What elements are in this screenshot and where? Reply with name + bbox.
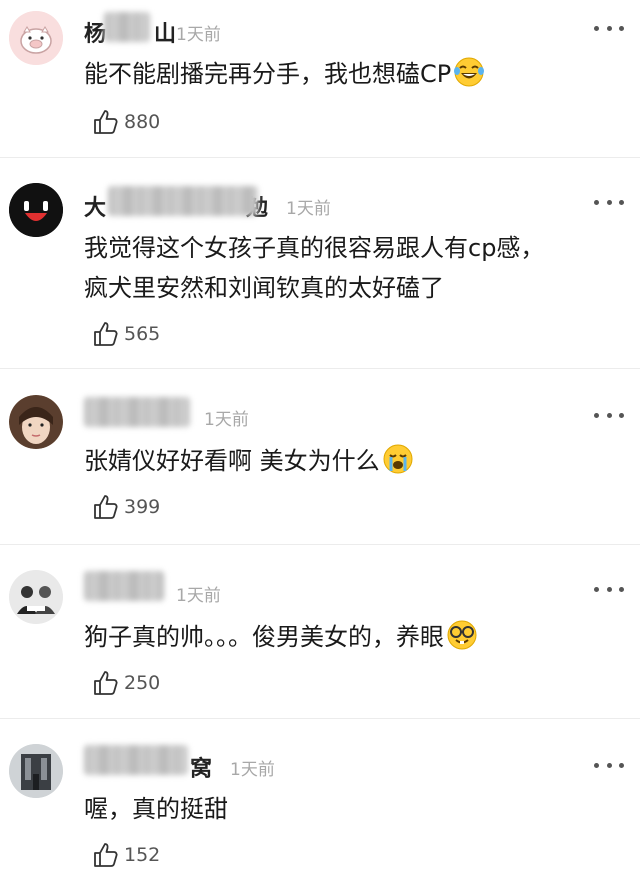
crying-emoji	[383, 444, 413, 474]
like-count: 565	[124, 323, 161, 345]
timestamp: 1天前	[176, 25, 221, 45]
timestamp: 1天前	[176, 586, 221, 606]
more-dots-icon[interactable]	[594, 409, 624, 421]
like-count: 152	[124, 844, 161, 866]
comment-feed: 杨 山 1天前 能不能剧播完再分手，我也想磕CP 880 大 1天前 我觉得这个女…	[0, 0, 640, 877]
username-prefix: 大	[84, 196, 107, 221]
girl-portrait-avatar-icon	[9, 395, 63, 449]
more-dots-icon[interactable]	[594, 22, 624, 34]
like-button[interactable]: 250	[92, 669, 160, 697]
avatar[interactable]	[9, 744, 63, 798]
avatar[interactable]	[9, 570, 63, 624]
like-button[interactable]: 880	[92, 108, 160, 136]
group-photo-avatar-icon	[9, 570, 63, 624]
avatar[interactable]	[9, 395, 63, 449]
redacted-username-blur	[84, 745, 188, 775]
like-count: 399	[124, 496, 161, 518]
laughing-tears-emoji	[454, 57, 485, 87]
like-button[interactable]: 152	[92, 841, 160, 869]
like-button[interactable]: 399	[92, 493, 160, 521]
redacted-username-blur	[84, 571, 164, 601]
like-button[interactable]: 565	[92, 320, 160, 348]
avatar[interactable]	[9, 11, 63, 65]
comment-text: 喔，真的挺甜	[84, 789, 228, 829]
comment-item: 窝 1天前 喔，真的挺甜 152	[0, 719, 640, 877]
building-photo-avatar-icon	[9, 744, 63, 798]
timestamp: 1天前	[204, 410, 249, 430]
redacted-username-blur	[104, 12, 150, 42]
more-dots-icon[interactable]	[594, 583, 624, 595]
thumbs-up-icon	[94, 495, 118, 519]
like-count: 250	[124, 672, 161, 694]
comment-text: 能不能剧播完再分手，我也想磕CP	[84, 54, 485, 94]
comment-item: 1天前 狗子真的帅。。。俊男美女的，养眼 250	[0, 545, 640, 719]
comment-text: 狗子真的帅。。。俊男美女的，养眼	[84, 617, 478, 657]
comment-text: 我觉得这个女孩子真的很容易跟人有cp感， 疯犬里安然和刘闻钦真的太好磕了	[84, 228, 544, 308]
comment-line: 喔，真的挺甜	[84, 795, 228, 823]
pig-avatar-icon	[9, 11, 63, 65]
black-face-avatar-icon	[9, 183, 63, 237]
comment-text: 张婧仪好好看啊 美女为什么	[84, 441, 414, 481]
comment-item: 大勉 1天前 我觉得这个女孩子真的很容易跟人有cp感， 疯犬里安然和刘闻钦真的太…	[0, 158, 640, 369]
username-prefix: 杨	[84, 22, 107, 47]
comment-line: 我觉得这个女孩子真的很容易跟人有cp感，	[84, 234, 545, 262]
comment-line: 能不能剧播完再分手，我也想磕CP	[84, 60, 452, 88]
avatar[interactable]	[9, 183, 63, 237]
comment-line: 疯犬里安然和刘闻钦真的太好磕了	[84, 274, 444, 302]
username-suffix: 山	[154, 22, 177, 47]
like-count: 880	[124, 111, 161, 133]
timestamp: 1天前	[230, 760, 275, 780]
timestamp: 1天前	[286, 199, 331, 219]
comment-line: 张婧仪好好看啊 美女为什么	[84, 447, 380, 475]
thumbs-up-icon	[94, 110, 118, 134]
more-dots-icon[interactable]	[594, 196, 624, 208]
redacted-username-blur	[84, 397, 190, 427]
thumbs-up-icon	[94, 671, 118, 695]
username-suffix: 窝	[190, 757, 213, 782]
more-dots-icon[interactable]	[594, 759, 624, 771]
comment-line: 狗子真的帅。。。俊男美女的，养眼	[84, 623, 444, 651]
redacted-username-blur	[108, 186, 258, 216]
thumbs-up-icon	[94, 843, 118, 867]
thumbs-up-icon	[94, 322, 118, 346]
nerd-glasses-emoji	[447, 620, 477, 650]
comment-item: 1天前 张婧仪好好看啊 美女为什么 399	[0, 369, 640, 545]
comment-item: 杨 山 1天前 能不能剧播完再分手，我也想磕CP 880	[0, 0, 640, 158]
